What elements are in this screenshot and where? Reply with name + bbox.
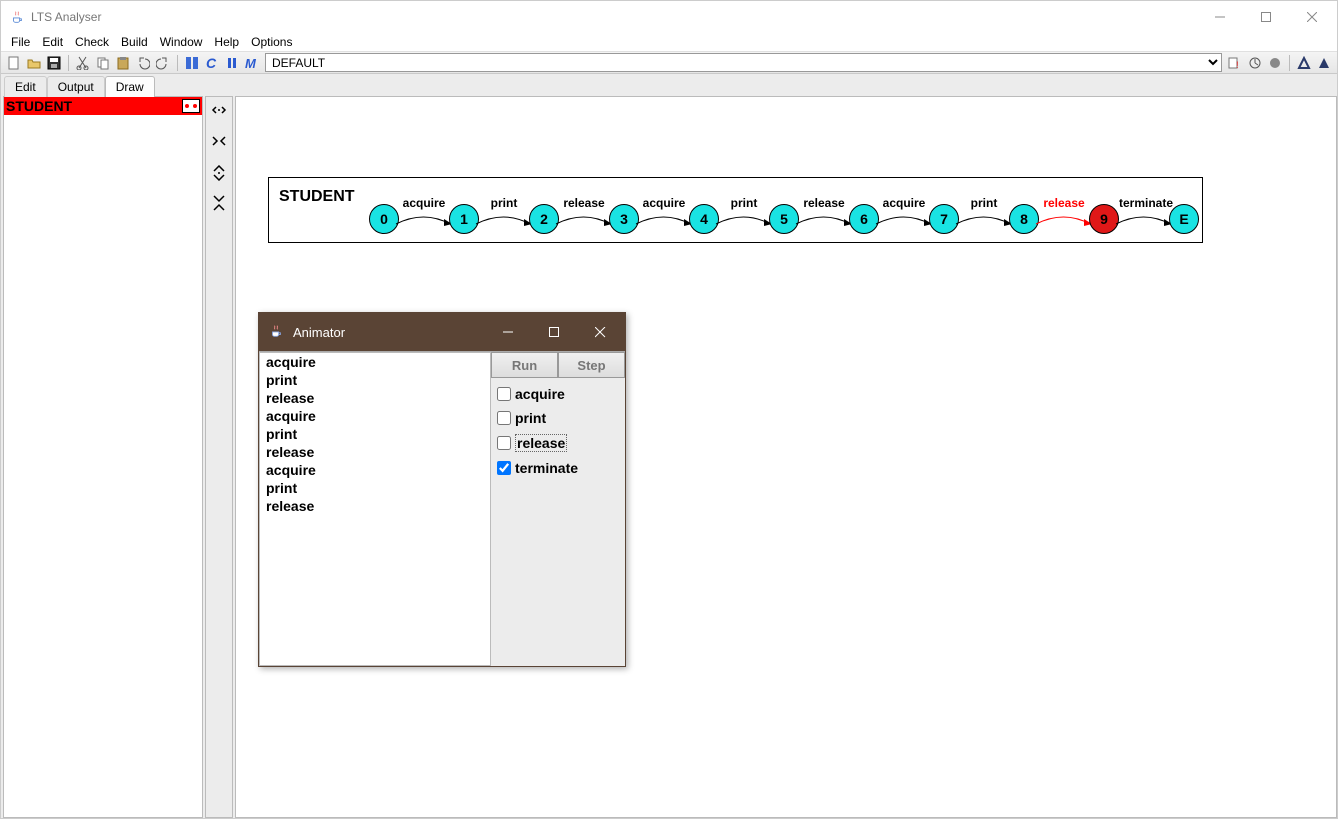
java-icon <box>9 9 25 25</box>
transition-label: release <box>799 196 849 210</box>
main-window: LTS Analyser File Edit Check Build Windo… <box>0 0 1338 819</box>
transition-label: print <box>479 196 529 210</box>
model-item-student[interactable]: STUDENT <box>4 97 202 115</box>
model-thumb-icon <box>182 99 200 113</box>
expand-icon[interactable] <box>209 103 229 123</box>
expand-vertical-icon[interactable] <box>209 163 229 183</box>
transition-label: acquire <box>399 196 449 210</box>
menu-build[interactable]: Build <box>115 33 154 51</box>
animator-window: Animator acquireprintreleaseacquireprint… <box>258 312 626 667</box>
trace-line[interactable]: acquire <box>260 407 490 425</box>
checkbox-input[interactable] <box>497 411 511 425</box>
menu-options[interactable]: Options <box>245 33 298 51</box>
redo-icon[interactable] <box>154 54 172 72</box>
action-checkbox[interactable]: print <box>497 410 619 426</box>
trace-list[interactable]: acquireprintreleaseacquireprintreleaseac… <box>259 352 491 666</box>
menu-check[interactable]: Check <box>69 33 115 51</box>
animator-close-button[interactable] <box>577 313 623 351</box>
trace-line[interactable]: print <box>260 425 490 443</box>
trace-line[interactable]: acquire <box>260 353 490 371</box>
transition-label: release <box>559 196 609 210</box>
menu-edit[interactable]: Edit <box>36 33 69 51</box>
checkbox-input[interactable] <box>497 436 511 450</box>
svg-text:M: M <box>245 56 257 70</box>
tab-bar: Edit Output Draw <box>1 74 1337 96</box>
pause-icon[interactable] <box>223 54 241 72</box>
animator-maximize-button[interactable] <box>531 313 577 351</box>
animator-minimize-button[interactable] <box>485 313 531 351</box>
checkbox-input[interactable] <box>497 461 511 475</box>
paste-icon[interactable] <box>114 54 132 72</box>
tab-draw[interactable]: Draw <box>105 76 155 97</box>
window-title: LTS Analyser <box>31 10 101 24</box>
menu-window[interactable]: Window <box>154 33 209 51</box>
trace-line[interactable]: release <box>260 443 490 461</box>
animator-titlebar[interactable]: Animator <box>259 313 625 351</box>
run-button[interactable]: Run <box>491 352 558 378</box>
view-toolbar <box>205 96 233 818</box>
run-icon[interactable]: M <box>243 54 261 72</box>
transition-label: acquire <box>879 196 929 210</box>
trace-line[interactable]: print <box>260 371 490 389</box>
collapse-vertical-icon[interactable] <box>209 193 229 213</box>
safety-icon[interactable]: ! <box>1226 54 1244 72</box>
tab-output[interactable]: Output <box>47 76 105 97</box>
stop-icon[interactable] <box>1266 54 1284 72</box>
step-button[interactable]: Step <box>558 352 625 378</box>
parse-icon[interactable] <box>183 54 201 72</box>
filled-arrow-icon[interactable] <box>1315 54 1333 72</box>
transition-label: print <box>719 196 769 210</box>
compile-icon[interactable]: C <box>203 54 221 72</box>
menu-help[interactable]: Help <box>208 33 245 51</box>
action-checkbox[interactable]: acquire <box>497 386 619 402</box>
action-checkbox[interactable]: release <box>497 434 619 452</box>
transition-label: print <box>959 196 1009 210</box>
animator-title: Animator <box>293 325 345 340</box>
toolbar: C M DEFAULT ! <box>1 52 1337 74</box>
close-button[interactable] <box>1289 1 1335 32</box>
progress-icon[interactable] <box>1246 54 1264 72</box>
checkbox-input[interactable] <box>497 387 511 401</box>
save-icon[interactable] <box>45 54 63 72</box>
action-checkbox[interactable]: terminate <box>497 460 619 476</box>
svg-text:C: C <box>206 56 217 70</box>
trace-line[interactable]: release <box>260 497 490 515</box>
menu-file[interactable]: File <box>5 33 36 51</box>
transition-label: release <box>1039 196 1089 210</box>
blank-arrow-icon[interactable] <box>1295 54 1313 72</box>
trace-line[interactable]: acquire <box>260 461 490 479</box>
model-label: STUDENT <box>6 98 72 114</box>
tab-edit[interactable]: Edit <box>4 76 47 97</box>
titlebar: LTS Analyser <box>1 1 1337 32</box>
minimize-button[interactable] <box>1197 1 1243 32</box>
lts-diagram: STUDENT 0acquire1print2release3acquire4p… <box>268 177 1203 243</box>
menubar: File Edit Check Build Window Help Option… <box>1 32 1337 52</box>
collapse-icon[interactable] <box>209 133 229 153</box>
state-node[interactable]: E <box>1169 204 1199 234</box>
new-icon[interactable] <box>5 54 23 72</box>
open-icon[interactable] <box>25 54 43 72</box>
transition-label: terminate <box>1119 196 1169 210</box>
model-list: STUDENT <box>3 96 203 818</box>
undo-icon[interactable] <box>134 54 152 72</box>
cut-icon[interactable] <box>74 54 92 72</box>
diagram-title: STUDENT <box>279 188 355 206</box>
svg-text:!: ! <box>1236 60 1239 70</box>
java-icon <box>269 324 285 340</box>
target-select[interactable]: DEFAULT <box>265 53 1222 72</box>
maximize-button[interactable] <box>1243 1 1289 32</box>
trace-line[interactable]: print <box>260 479 490 497</box>
copy-icon[interactable] <box>94 54 112 72</box>
trace-line[interactable]: release <box>260 389 490 407</box>
transition-label: acquire <box>639 196 689 210</box>
